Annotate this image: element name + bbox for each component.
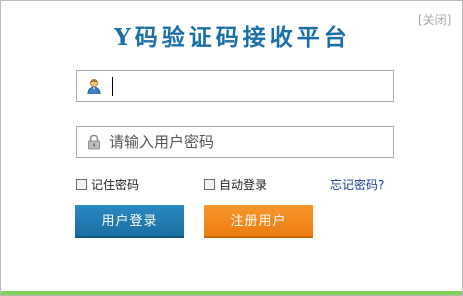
password-field[interactable] [76, 126, 394, 158]
login-dialog: [关闭] Y码验证码接收平台 记住密码 自动登录 忘记密码? 用户登录 注册用户 [0, 0, 463, 296]
remember-checkbox-box[interactable] [76, 178, 87, 190]
remember-password-checkbox[interactable]: 记住密码 [76, 176, 139, 192]
forgot-password-link[interactable]: 忘记密码? [330, 176, 384, 193]
password-input[interactable] [109, 130, 385, 154]
bottom-accent-bar [1, 291, 462, 295]
auto-login-label: 自动登录 [219, 177, 268, 192]
page-title: Y码验证码接收平台 [114, 24, 351, 51]
username-input[interactable] [109, 74, 385, 98]
lock-icon [86, 134, 102, 150]
remember-label: 记住密码 [91, 177, 140, 192]
auto-login-checkbox[interactable]: 自动登录 [204, 176, 267, 192]
auto-login-checkbox-box[interactable] [204, 178, 215, 190]
register-button[interactable]: 注册用户 [204, 205, 313, 238]
login-button[interactable]: 用户登录 [75, 205, 184, 238]
text-cursor [112, 77, 113, 96]
username-field[interactable] [76, 70, 394, 102]
user-icon [86, 78, 102, 94]
